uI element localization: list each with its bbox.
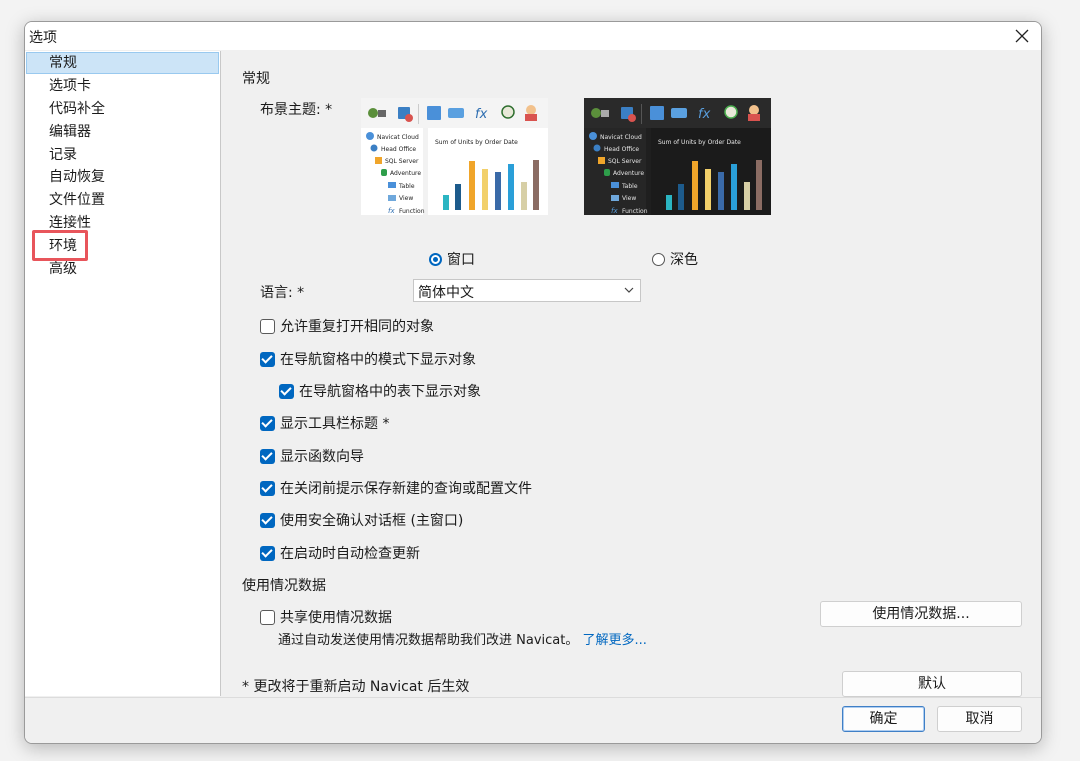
svg-text:fx: fx bbox=[388, 207, 395, 215]
dialog-footer: 确定 取消 bbox=[25, 697, 1041, 743]
sidebar-item-general[interactable]: 常规 bbox=[26, 52, 219, 74]
checkbox-unchecked-icon bbox=[260, 318, 275, 334]
checkbox-prompt-save-before-close[interactable]: 在关闭前提示保存新建的查询或配置文件 bbox=[260, 478, 532, 498]
language-select[interactable]: 简体中文 bbox=[413, 279, 641, 302]
sidebar-item-label: 编辑器 bbox=[49, 124, 91, 140]
sidebar-item-label: 文件位置 bbox=[49, 192, 105, 208]
preview-chart-title: Sum of Units by Order Date bbox=[658, 139, 741, 146]
options-sidebar: 常规 选项卡 代码补全 编辑器 记录 自动恢复 文件位置 连接性 环境 高级 bbox=[25, 51, 221, 696]
tree-item-function: Function bbox=[622, 208, 648, 215]
tree-item-head-office: Head Office bbox=[604, 146, 639, 153]
radio-unselected-icon bbox=[652, 252, 665, 266]
sidebar-item-label: 高级 bbox=[49, 261, 77, 277]
restart-footnote: * 更改将于重新启动 Navicat 后生效 bbox=[242, 679, 470, 695]
checkbox-allow-duplicate-open[interactable]: 允许重复打开相同的对象 bbox=[260, 316, 434, 336]
checkbox-show-objects-under-table[interactable]: 在导航窗格中的表下显示对象 bbox=[279, 381, 481, 401]
chevron-down-icon bbox=[624, 287, 634, 293]
tree-item-navicat-cloud: Navicat Cloud bbox=[600, 134, 642, 141]
tree-item-view: View bbox=[399, 195, 413, 202]
sidebar-item-label: 代码补全 bbox=[49, 101, 105, 117]
theme-preview-dark[interactable]: fx Navicat Cloud Head Office SQL Server … bbox=[584, 98, 771, 215]
checkbox-label: 在启动时自动检查更新 bbox=[280, 546, 420, 562]
language-select-value: 简体中文 bbox=[418, 285, 474, 301]
theme-preview-dark-image: fx Navicat Cloud Head Office SQL Server … bbox=[584, 98, 771, 215]
section-title-usage-data: 使用情况数据 bbox=[242, 578, 326, 594]
language-label: 语言: * bbox=[260, 285, 305, 301]
sidebar-item-label: 记录 bbox=[49, 147, 77, 163]
checkbox-label: 在导航窗格中的模式下显示对象 bbox=[280, 352, 476, 368]
svg-text:fx: fx bbox=[611, 207, 618, 215]
theme-radio-dark-label: 深色 bbox=[670, 252, 698, 268]
checkbox-safe-confirm-dialog[interactable]: 使用安全确认对话框 (主窗口) bbox=[260, 510, 463, 530]
sidebar-item-label: 选项卡 bbox=[49, 78, 91, 94]
sidebar-item-auto-recovery[interactable]: 自动恢复 bbox=[26, 166, 219, 188]
checkbox-label: 显示工具栏标题 * bbox=[280, 416, 390, 432]
theme-radio-dark[interactable]: 深色 bbox=[652, 249, 698, 269]
sidebar-item-logging[interactable]: 记录 bbox=[26, 144, 219, 166]
theme-radio-window[interactable]: 窗口 bbox=[429, 249, 475, 269]
svg-text:fx: fx bbox=[698, 107, 711, 122]
checkbox-checked-icon bbox=[260, 415, 275, 431]
tree-item-head-office: Head Office bbox=[381, 146, 416, 153]
theme-preview-light-image: fx Navicat Cloud Head Office SQL Server … bbox=[361, 98, 548, 215]
checkbox-checked-icon bbox=[260, 448, 275, 464]
tree-item-adventure: Adventure bbox=[390, 170, 421, 177]
default-button[interactable]: 默认 bbox=[842, 671, 1022, 697]
checkbox-label: 允许重复打开相同的对象 bbox=[280, 319, 434, 335]
checkbox-share-usage-data[interactable]: 共享使用情况数据 bbox=[260, 607, 392, 627]
title-bar: 选项 bbox=[25, 22, 1041, 50]
checkbox-unchecked-icon bbox=[260, 609, 275, 625]
checkbox-show-function-wizard[interactable]: 显示函数向导 bbox=[260, 446, 364, 466]
environment-highlight-box bbox=[32, 230, 88, 261]
sidebar-item-label: 自动恢复 bbox=[49, 169, 105, 185]
checkbox-checked-icon bbox=[279, 383, 294, 399]
checkbox-show-objects-under-schema[interactable]: 在导航窗格中的模式下显示对象 bbox=[260, 349, 476, 369]
usage-description: 通过自动发送使用情况数据帮助我们改进 Navicat。 了解更多... bbox=[278, 629, 647, 648]
section-title-general: 常规 bbox=[242, 71, 270, 87]
checkbox-label: 显示函数向导 bbox=[280, 449, 364, 465]
preview-chart-title: Sum of Units by Order Date bbox=[435, 139, 518, 146]
theme-radio-window-label: 窗口 bbox=[447, 252, 475, 268]
ok-button[interactable]: 确定 bbox=[842, 706, 925, 732]
radio-selected-icon bbox=[429, 252, 442, 266]
checkbox-label: 共享使用情况数据 bbox=[280, 610, 392, 626]
tree-item-sql-server: SQL Server bbox=[608, 158, 642, 165]
checkbox-label: 使用安全确认对话框 (主窗口) bbox=[280, 513, 464, 529]
checkbox-checked-icon bbox=[260, 545, 275, 561]
usage-data-button[interactable]: 使用情况数据... bbox=[820, 601, 1022, 627]
sidebar-item-tabs[interactable]: 选项卡 bbox=[26, 75, 219, 97]
tree-item-table: Table bbox=[398, 183, 415, 190]
checkbox-checked-icon bbox=[260, 351, 275, 367]
window-title: 选项 bbox=[29, 30, 57, 46]
checkbox-show-toolbar-captions[interactable]: 显示工具栏标题 * bbox=[260, 413, 389, 433]
tree-item-navicat-cloud: Navicat Cloud bbox=[377, 134, 419, 141]
options-dialog: 选项 常规 选项卡 代码补全 编辑器 记录 自动恢复 文件位置 连接性 环境 高… bbox=[24, 21, 1042, 744]
sidebar-item-file-location[interactable]: 文件位置 bbox=[26, 189, 219, 211]
checkbox-auto-check-updates[interactable]: 在启动时自动检查更新 bbox=[260, 543, 420, 563]
tree-item-table: Table bbox=[621, 183, 638, 190]
sidebar-item-editor[interactable]: 编辑器 bbox=[26, 121, 219, 143]
theme-preview-light[interactable]: fx Navicat Cloud Head Office SQL Server … bbox=[361, 98, 548, 215]
checkbox-checked-icon bbox=[260, 512, 275, 528]
sidebar-item-label: 常规 bbox=[49, 55, 77, 71]
tree-item-function: Function bbox=[399, 208, 425, 215]
general-settings-panel: 常规 布景主题: * fx Navicat Cloud Head Office … bbox=[221, 51, 1041, 697]
tree-item-adventure: Adventure bbox=[613, 170, 644, 177]
checkbox-checked-icon bbox=[260, 480, 275, 496]
tree-item-sql-server: SQL Server bbox=[385, 158, 419, 165]
usage-description-text: 通过自动发送使用情况数据帮助我们改进 Navicat。 bbox=[278, 633, 579, 648]
sidebar-item-code-completion[interactable]: 代码补全 bbox=[26, 98, 219, 120]
sidebar-item-advanced[interactable]: 高级 bbox=[26, 258, 219, 280]
learn-more-link[interactable]: 了解更多... bbox=[582, 633, 646, 648]
checkbox-label: 在导航窗格中的表下显示对象 bbox=[299, 384, 481, 400]
tree-item-view: View bbox=[622, 195, 636, 202]
close-button[interactable] bbox=[1009, 25, 1035, 47]
svg-text:fx: fx bbox=[475, 107, 488, 122]
sidebar-item-label: 连接性 bbox=[49, 215, 91, 231]
checkbox-label: 在关闭前提示保存新建的查询或配置文件 bbox=[280, 481, 532, 497]
cancel-button[interactable]: 取消 bbox=[937, 706, 1022, 732]
theme-label: 布景主题: * bbox=[260, 102, 333, 118]
close-icon bbox=[1015, 29, 1029, 43]
